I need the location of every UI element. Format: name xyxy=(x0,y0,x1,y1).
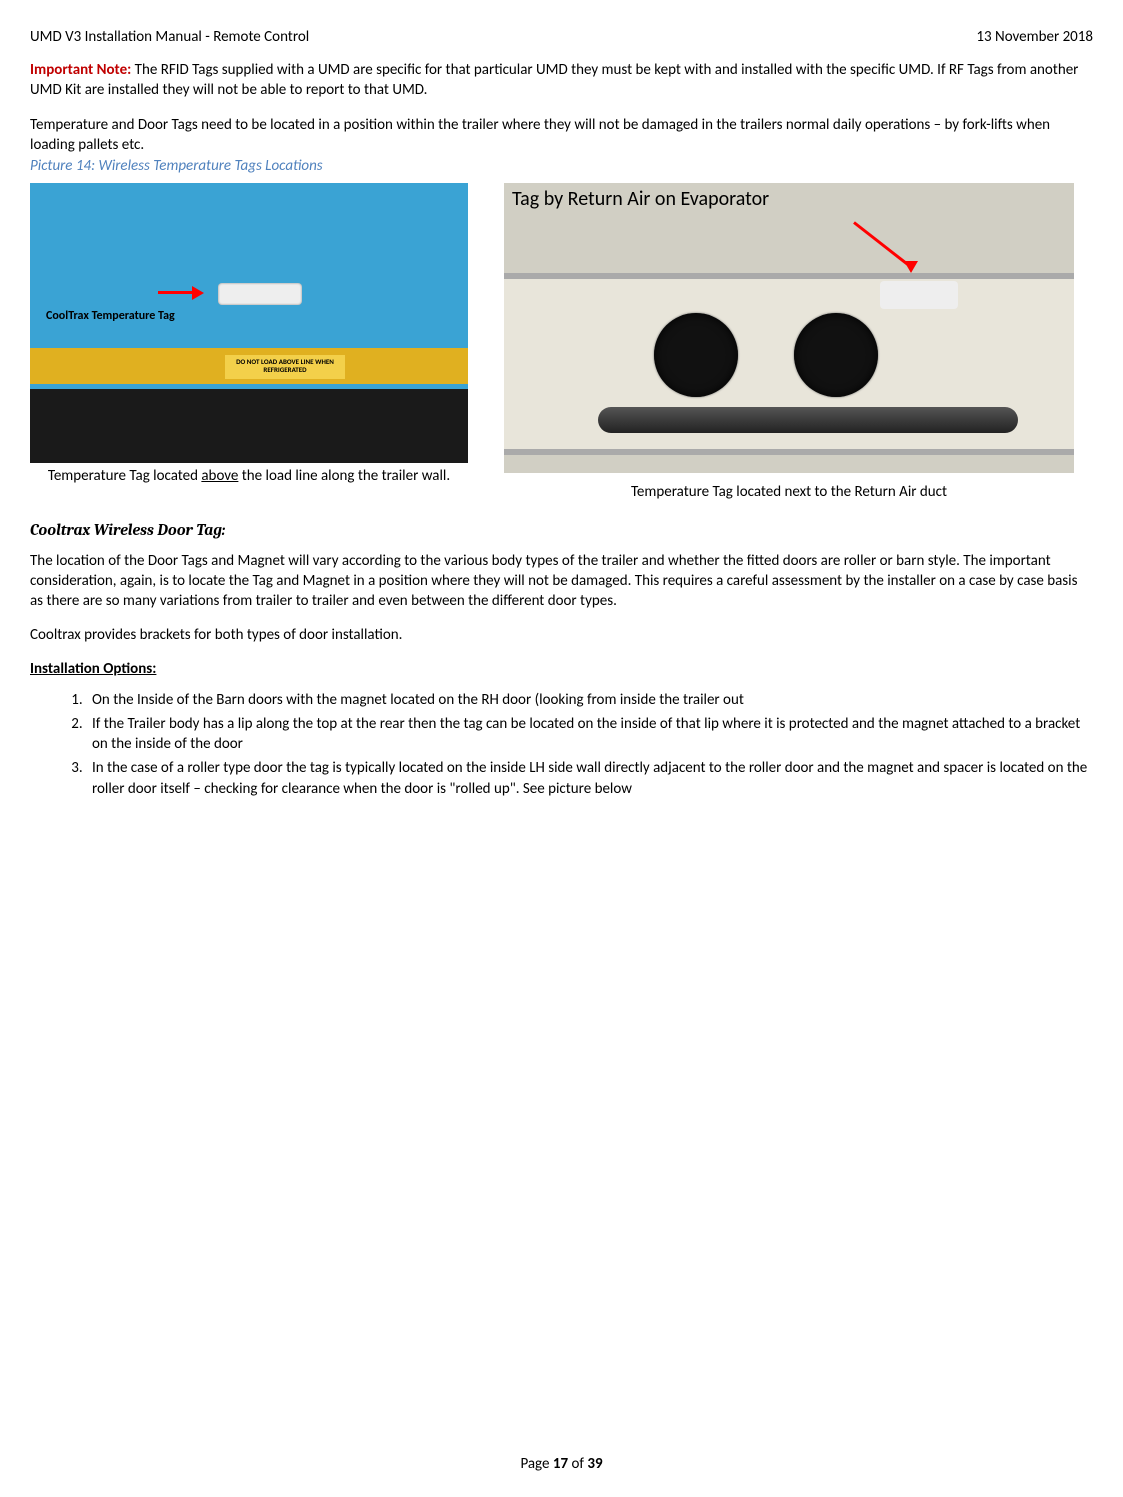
important-note-paragraph: Important Note: The RFID Tags supplied w… xyxy=(30,60,1093,101)
vent-icon xyxy=(794,313,878,397)
footer-mid: of xyxy=(568,1455,587,1473)
important-note-label: Important Note: xyxy=(30,61,131,79)
footer-page: 17 xyxy=(553,1455,568,1473)
warning-sign: DO NOT LOAD ABOVE LINE WHEN REFRIGERATED xyxy=(225,355,345,379)
figure-left-caption: Temperature Tag located above the load l… xyxy=(48,467,450,487)
footer-pre: Page xyxy=(520,1455,552,1473)
temp-door-tag-location-note: Temperature and Door Tags need to be loc… xyxy=(30,115,1093,156)
header-title: UMD V3 Installation Manual - Remote Cont… xyxy=(30,28,309,46)
figure-left-caption-post: the load line along the trailer wall. xyxy=(238,467,450,485)
vent-icon xyxy=(654,313,738,397)
temperature-tag-icon xyxy=(880,281,958,309)
list-item: If the Trailer body has a lip along the … xyxy=(86,714,1093,755)
figure-left-overlay-label: CoolTrax Temperature Tag xyxy=(46,309,175,323)
figure-left-column: CoolTrax Temperature Tag DO NOT LOAD ABO… xyxy=(30,183,468,487)
installation-options-list: On the Inside of the Barn doors with the… xyxy=(30,690,1093,799)
page-header: UMD V3 Installation Manual - Remote Cont… xyxy=(30,28,1093,46)
figure-left-caption-under: above xyxy=(201,467,238,485)
cable-icon xyxy=(598,407,1018,433)
door-tag-paragraph: The location of the Door Tags and Magnet… xyxy=(30,551,1093,612)
arrow-icon xyxy=(158,283,208,303)
dark-bottom xyxy=(30,389,468,463)
figures-row: CoolTrax Temperature Tag DO NOT LOAD ABO… xyxy=(30,183,1093,503)
figure-right-overlay-label: Tag by Return Air on Evaporator xyxy=(512,187,769,211)
footer-total: 39 xyxy=(587,1455,602,1473)
list-item: On the Inside of the Barn doors with the… xyxy=(86,690,1093,710)
door-tag-heading: Cooltrax Wireless Door Tag: xyxy=(30,521,1093,539)
figure-left-caption-pre: Temperature Tag located xyxy=(48,467,202,485)
temperature-tag-icon xyxy=(218,283,302,305)
list-item: In the case of a roller type door the ta… xyxy=(86,758,1093,799)
picture-14-caption: Picture 14: Wireless Temperature Tags Lo… xyxy=(30,157,1093,175)
page-footer: Page 17 of 39 xyxy=(0,1455,1123,1473)
figure-right-column: Tag by Return Air on Evaporator Temperat… xyxy=(504,183,1074,503)
figure-right-caption: Temperature Tag located next to the Retu… xyxy=(631,483,947,503)
arrow-icon xyxy=(854,221,934,281)
brackets-paragraph: Cooltrax provides brackets for both type… xyxy=(30,625,1093,645)
important-note-text: The RFID Tags supplied with a UMD are sp… xyxy=(30,61,1078,99)
installation-options-heading: Installation Options: xyxy=(30,660,1093,678)
figure-left-image: CoolTrax Temperature Tag DO NOT LOAD ABO… xyxy=(30,183,468,463)
figure-right-image: Tag by Return Air on Evaporator xyxy=(504,183,1074,473)
header-date: 13 November 2018 xyxy=(976,28,1093,46)
